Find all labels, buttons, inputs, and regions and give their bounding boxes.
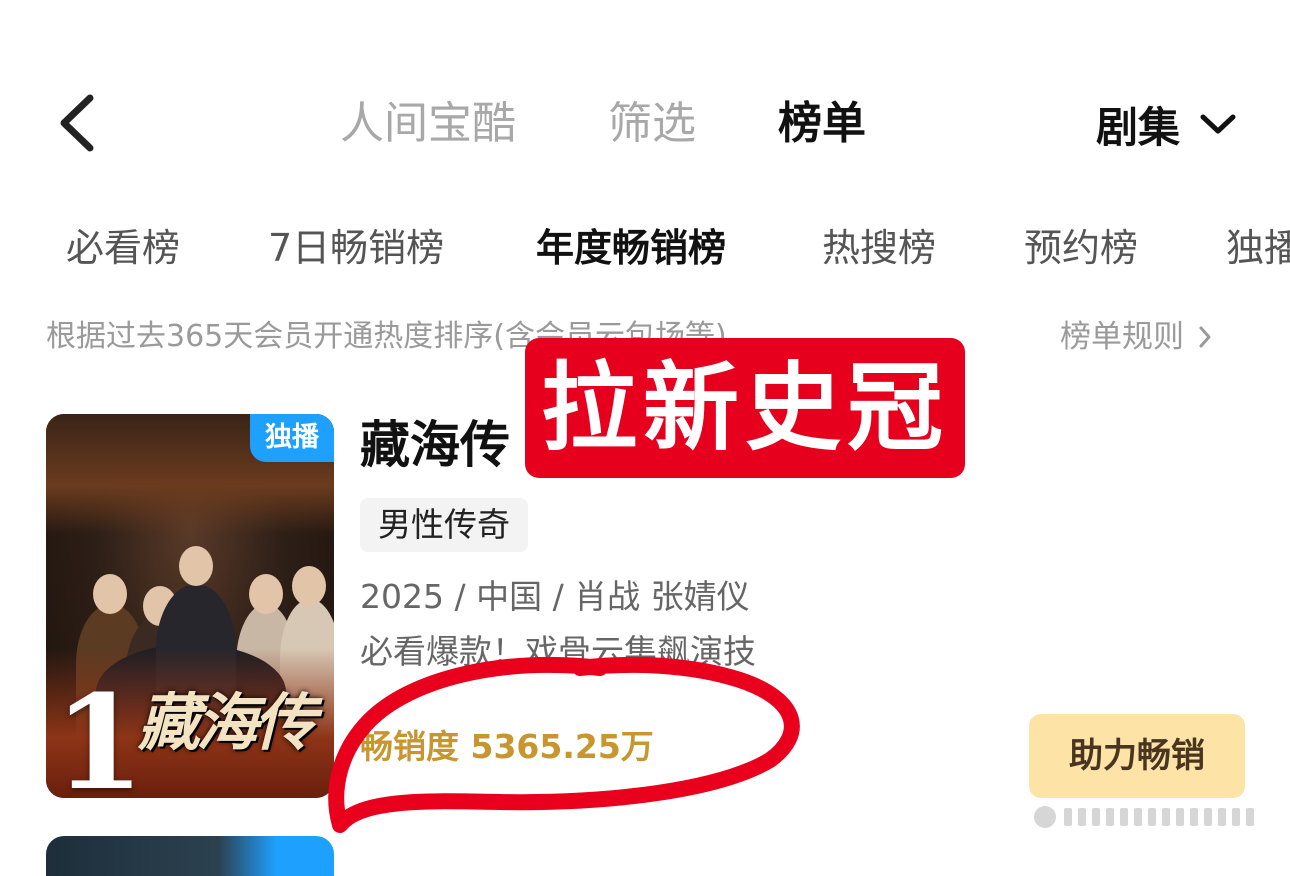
sub-tab-hot-search[interactable]: 热搜榜 bbox=[822, 216, 936, 280]
sub-tab-annual-bestseller[interactable]: 年度畅销榜 bbox=[536, 216, 726, 280]
drama-poster[interactable]: 独播 1 藏海传 bbox=[46, 414, 334, 798]
back-button[interactable] bbox=[50, 88, 110, 158]
tab-renjian-baoku[interactable]: 人间宝酷 bbox=[340, 94, 516, 154]
sub-tab-exclusive[interactable]: 独播 bbox=[1226, 216, 1290, 280]
next-drama-poster[interactable] bbox=[46, 836, 334, 876]
exclusive-badge: 独播 bbox=[250, 414, 334, 462]
watermark-icon bbox=[1034, 806, 1254, 828]
drama-title[interactable]: 藏海传 bbox=[360, 410, 510, 480]
category-label: 剧集 bbox=[1096, 102, 1181, 152]
boost-sales-button[interactable]: 助力畅销 bbox=[1029, 714, 1245, 798]
poster-title-calligraphy: 藏海传 bbox=[138, 686, 316, 759]
chevron-right-icon bbox=[1199, 326, 1211, 348]
sales-label: 畅销度 bbox=[360, 727, 459, 766]
ranking-rules-link[interactable]: 榜单规则 bbox=[1060, 312, 1212, 362]
tab-ranking[interactable]: 榜单 bbox=[778, 94, 866, 154]
chevron-down-icon bbox=[1200, 114, 1236, 134]
drama-slogan: 必看爆款！戏骨云集飙演技 bbox=[360, 632, 756, 671]
rank-number: 1 bbox=[54, 666, 145, 799]
genre-tag[interactable]: 男性传奇 bbox=[360, 498, 528, 552]
sub-tab-bar: 必看榜 7日畅销榜 年度畅销榜 热搜榜 预约榜 独播 bbox=[66, 216, 1290, 280]
sub-tab-reservation[interactable]: 预约榜 bbox=[1024, 216, 1138, 280]
ranking-rules-label: 榜单规则 bbox=[1060, 319, 1184, 355]
sales-value: 5365.25万 bbox=[470, 727, 654, 766]
sub-tab-must-watch[interactable]: 必看榜 bbox=[66, 216, 180, 280]
category-dropdown[interactable]: 剧集 bbox=[1096, 94, 1238, 154]
sales-score: 畅销度 5365.25万 bbox=[360, 722, 654, 772]
drama-meta: 2025 / 中国 / 肖战 张婧仪 bbox=[360, 577, 750, 616]
back-arrow-icon bbox=[60, 94, 94, 152]
overlay-red-label: 拉新史冠 bbox=[525, 338, 965, 478]
sub-tab-7day-bestseller[interactable]: 7日畅销榜 bbox=[268, 216, 444, 280]
tab-filter[interactable]: 筛选 bbox=[608, 94, 696, 154]
